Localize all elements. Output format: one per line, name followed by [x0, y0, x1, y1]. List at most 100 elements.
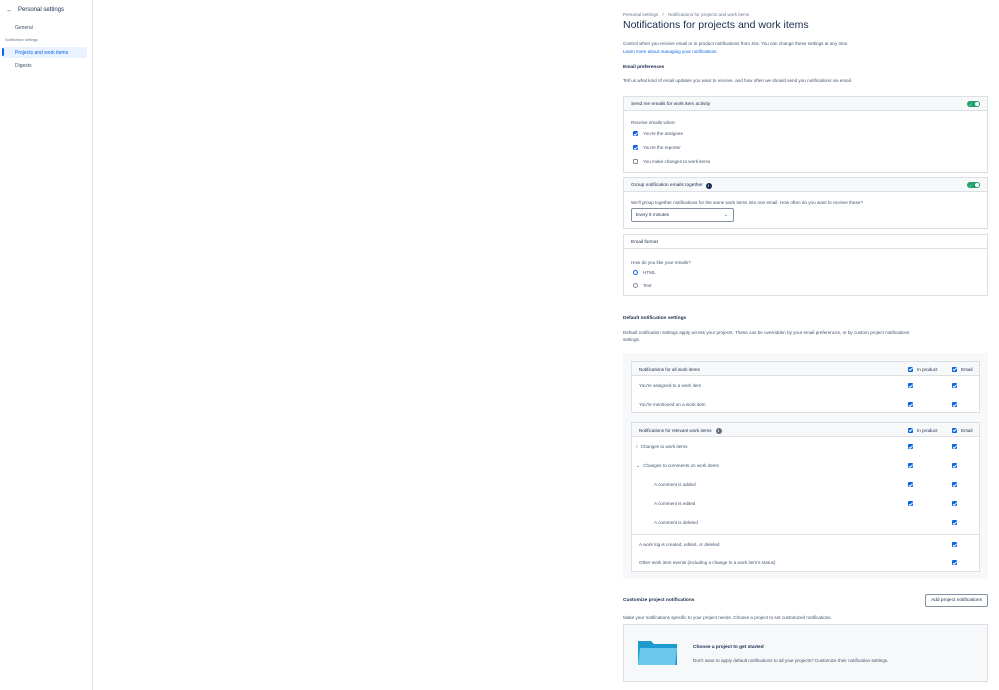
sidebar-item-digests[interactable]: Digests	[15, 63, 32, 69]
checkbox-email[interactable]	[952, 560, 957, 565]
send-emails-header: Send me emails for work item activity ✓	[624, 97, 987, 111]
check-icon: ✓	[969, 182, 973, 188]
info-icon[interactable]: i	[715, 427, 722, 434]
row-label: You're mentioned on a work item	[639, 402, 706, 407]
checkbox-in-product[interactable]	[908, 463, 913, 468]
col-in-product[interactable]: In product	[908, 427, 938, 433]
table-relevant-title: Notifications for relevant work items	[639, 428, 712, 433]
row-label: A comment is deleted	[654, 520, 698, 525]
row-label: Changes to comments on work items	[643, 463, 719, 468]
table-row: Other work item events (including a chan…	[632, 553, 979, 572]
format-text-option[interactable]: Text	[633, 283, 651, 288]
table-row: A comment is added	[632, 475, 979, 494]
sidebar-active-indicator	[2, 48, 4, 56]
table-row: A comment is deleted	[632, 513, 979, 532]
col-in-product-label: In product	[917, 427, 938, 433]
checkbox-all-email[interactable]	[952, 366, 957, 372]
sidebar-section-label: Notification settings	[5, 38, 38, 42]
checkbox-in-product[interactable]	[908, 482, 913, 487]
col-email[interactable]: Email	[952, 427, 973, 433]
group-emails-card: Group notification emails together i ✓ W…	[623, 177, 988, 229]
radio-text[interactable]	[633, 283, 638, 288]
receive-emails-label: Receive emails when:	[631, 120, 676, 125]
checkbox-email[interactable]	[952, 520, 957, 525]
col-in-product[interactable]: In product	[908, 366, 938, 372]
option-reporter[interactable]: You're the reporter	[633, 145, 681, 150]
col-email-label: Email	[961, 427, 973, 433]
table-row: You're mentioned on a work item	[632, 395, 979, 414]
table-all-work-items: Notifications for all work items In prod…	[631, 361, 980, 413]
radio-html[interactable]	[633, 270, 638, 275]
arrow-left-icon: ←	[6, 6, 13, 14]
checkbox-email[interactable]	[952, 383, 957, 388]
checkbox-relevant-email[interactable]	[952, 427, 957, 433]
intro-text: Control when you receive email or in pro…	[623, 41, 849, 46]
table-relevant-work-items: Notifications for relevant work items i …	[631, 422, 980, 572]
checkbox-own-changes[interactable]	[633, 159, 638, 164]
checkbox-in-product[interactable]	[908, 444, 913, 449]
row-label: A comment is added	[654, 482, 696, 487]
email-format-question: How do you like your emails?	[631, 260, 691, 265]
info-icon[interactable]: i	[705, 182, 712, 189]
checkbox-all-in-product[interactable]	[908, 366, 913, 372]
row-label: A work log is created, edited, or delete…	[639, 542, 720, 547]
page-title: Notifications for projects and work item…	[623, 19, 809, 31]
frequency-select-value: Every 5 minutes	[636, 212, 669, 217]
col-email[interactable]: Email	[952, 366, 973, 372]
group-emails-description: We'll group together notifications for t…	[631, 200, 863, 205]
back-to-settings[interactable]: ← Personal settings	[6, 6, 64, 14]
default-settings-heading: Default notification settings	[623, 316, 687, 321]
send-emails-card: Send me emails for work item activity ✓ …	[623, 96, 988, 173]
checkbox-relevant-in-product[interactable]	[908, 427, 913, 433]
add-project-notifications-button[interactable]: Add project notifications	[925, 594, 988, 607]
checkbox-email[interactable]	[952, 482, 957, 487]
breadcrumb-root[interactable]: Personal settings	[623, 12, 658, 17]
checkbox-email[interactable]	[952, 444, 957, 449]
table-row: A work log is created, edited, or delete…	[632, 534, 979, 553]
checkbox-email[interactable]	[952, 501, 957, 506]
option-assignee-label: You're the assignee	[643, 131, 684, 136]
table-row[interactable]: ⌄ Changes to comments on work items	[632, 456, 979, 475]
checkbox-in-product[interactable]	[908, 383, 913, 388]
option-assignee[interactable]: You're the assignee	[633, 131, 683, 136]
chevron-down-icon[interactable]: ⌄	[636, 463, 640, 469]
sidebar-item-projects-and-work-items[interactable]: Projects and work items	[15, 50, 68, 56]
col-in-product-label: In product	[917, 366, 938, 372]
chevron-down-icon: ⌄	[723, 212, 728, 218]
learn-more-link[interactable]: Learn more about managing your notificat…	[623, 49, 718, 54]
checkbox-reporter[interactable]	[633, 145, 638, 150]
checkbox-email[interactable]	[952, 542, 957, 547]
checkbox-in-product[interactable]	[908, 501, 913, 506]
group-emails-toggle[interactable]: ✓	[967, 182, 980, 188]
email-preferences-description: Tell us what kind of email updates you w…	[623, 78, 853, 83]
checkbox-in-product[interactable]	[908, 402, 913, 407]
group-emails-header: Group notification emails together i ✓	[624, 178, 987, 192]
sidebar-item-general[interactable]: General	[15, 25, 33, 31]
option-own-changes[interactable]: You make changes to work items	[633, 159, 710, 164]
row-label: You're assigned to a work item	[639, 383, 702, 388]
breadcrumb-current[interactable]: Notifications for projects and work item…	[668, 12, 749, 17]
email-format-header: Email format	[624, 235, 987, 249]
row-label: Other work item events (including a chan…	[639, 560, 776, 565]
table-row[interactable]: › Changes to work items	[632, 437, 979, 456]
check-icon: ✓	[969, 101, 973, 107]
default-settings-description-end: settings.	[623, 337, 641, 342]
format-html-option[interactable]: HTML	[633, 270, 656, 275]
default-settings-panel: Notifications for all work items In prod…	[623, 353, 988, 579]
customize-heading: Customize project notifications	[623, 598, 695, 603]
send-emails-toggle[interactable]: ✓	[967, 101, 980, 107]
checkbox-email[interactable]	[952, 402, 957, 407]
empty-state: Choose a project to get started Don't wa…	[623, 624, 988, 682]
option-reporter-label: You're the reporter	[643, 145, 681, 150]
sidebar: ← Personal settings General Notification…	[0, 0, 93, 690]
default-settings-description: Default notification settings apply acro…	[623, 330, 910, 335]
chevron-right-icon[interactable]: ›	[636, 444, 638, 450]
frequency-select[interactable]: Every 5 minutes ⌄	[631, 208, 734, 222]
table-all-title: Notifications for all work items	[639, 366, 700, 372]
checkbox-assignee[interactable]	[633, 131, 638, 136]
breadcrumb: Personal settings / Notifications for pr…	[623, 12, 749, 17]
send-emails-title: Send me emails for work item activity	[631, 101, 711, 107]
row-label: Changes to work items	[640, 444, 688, 449]
checkbox-email[interactable]	[952, 463, 957, 468]
sidebar-title: Personal settings	[18, 7, 65, 13]
